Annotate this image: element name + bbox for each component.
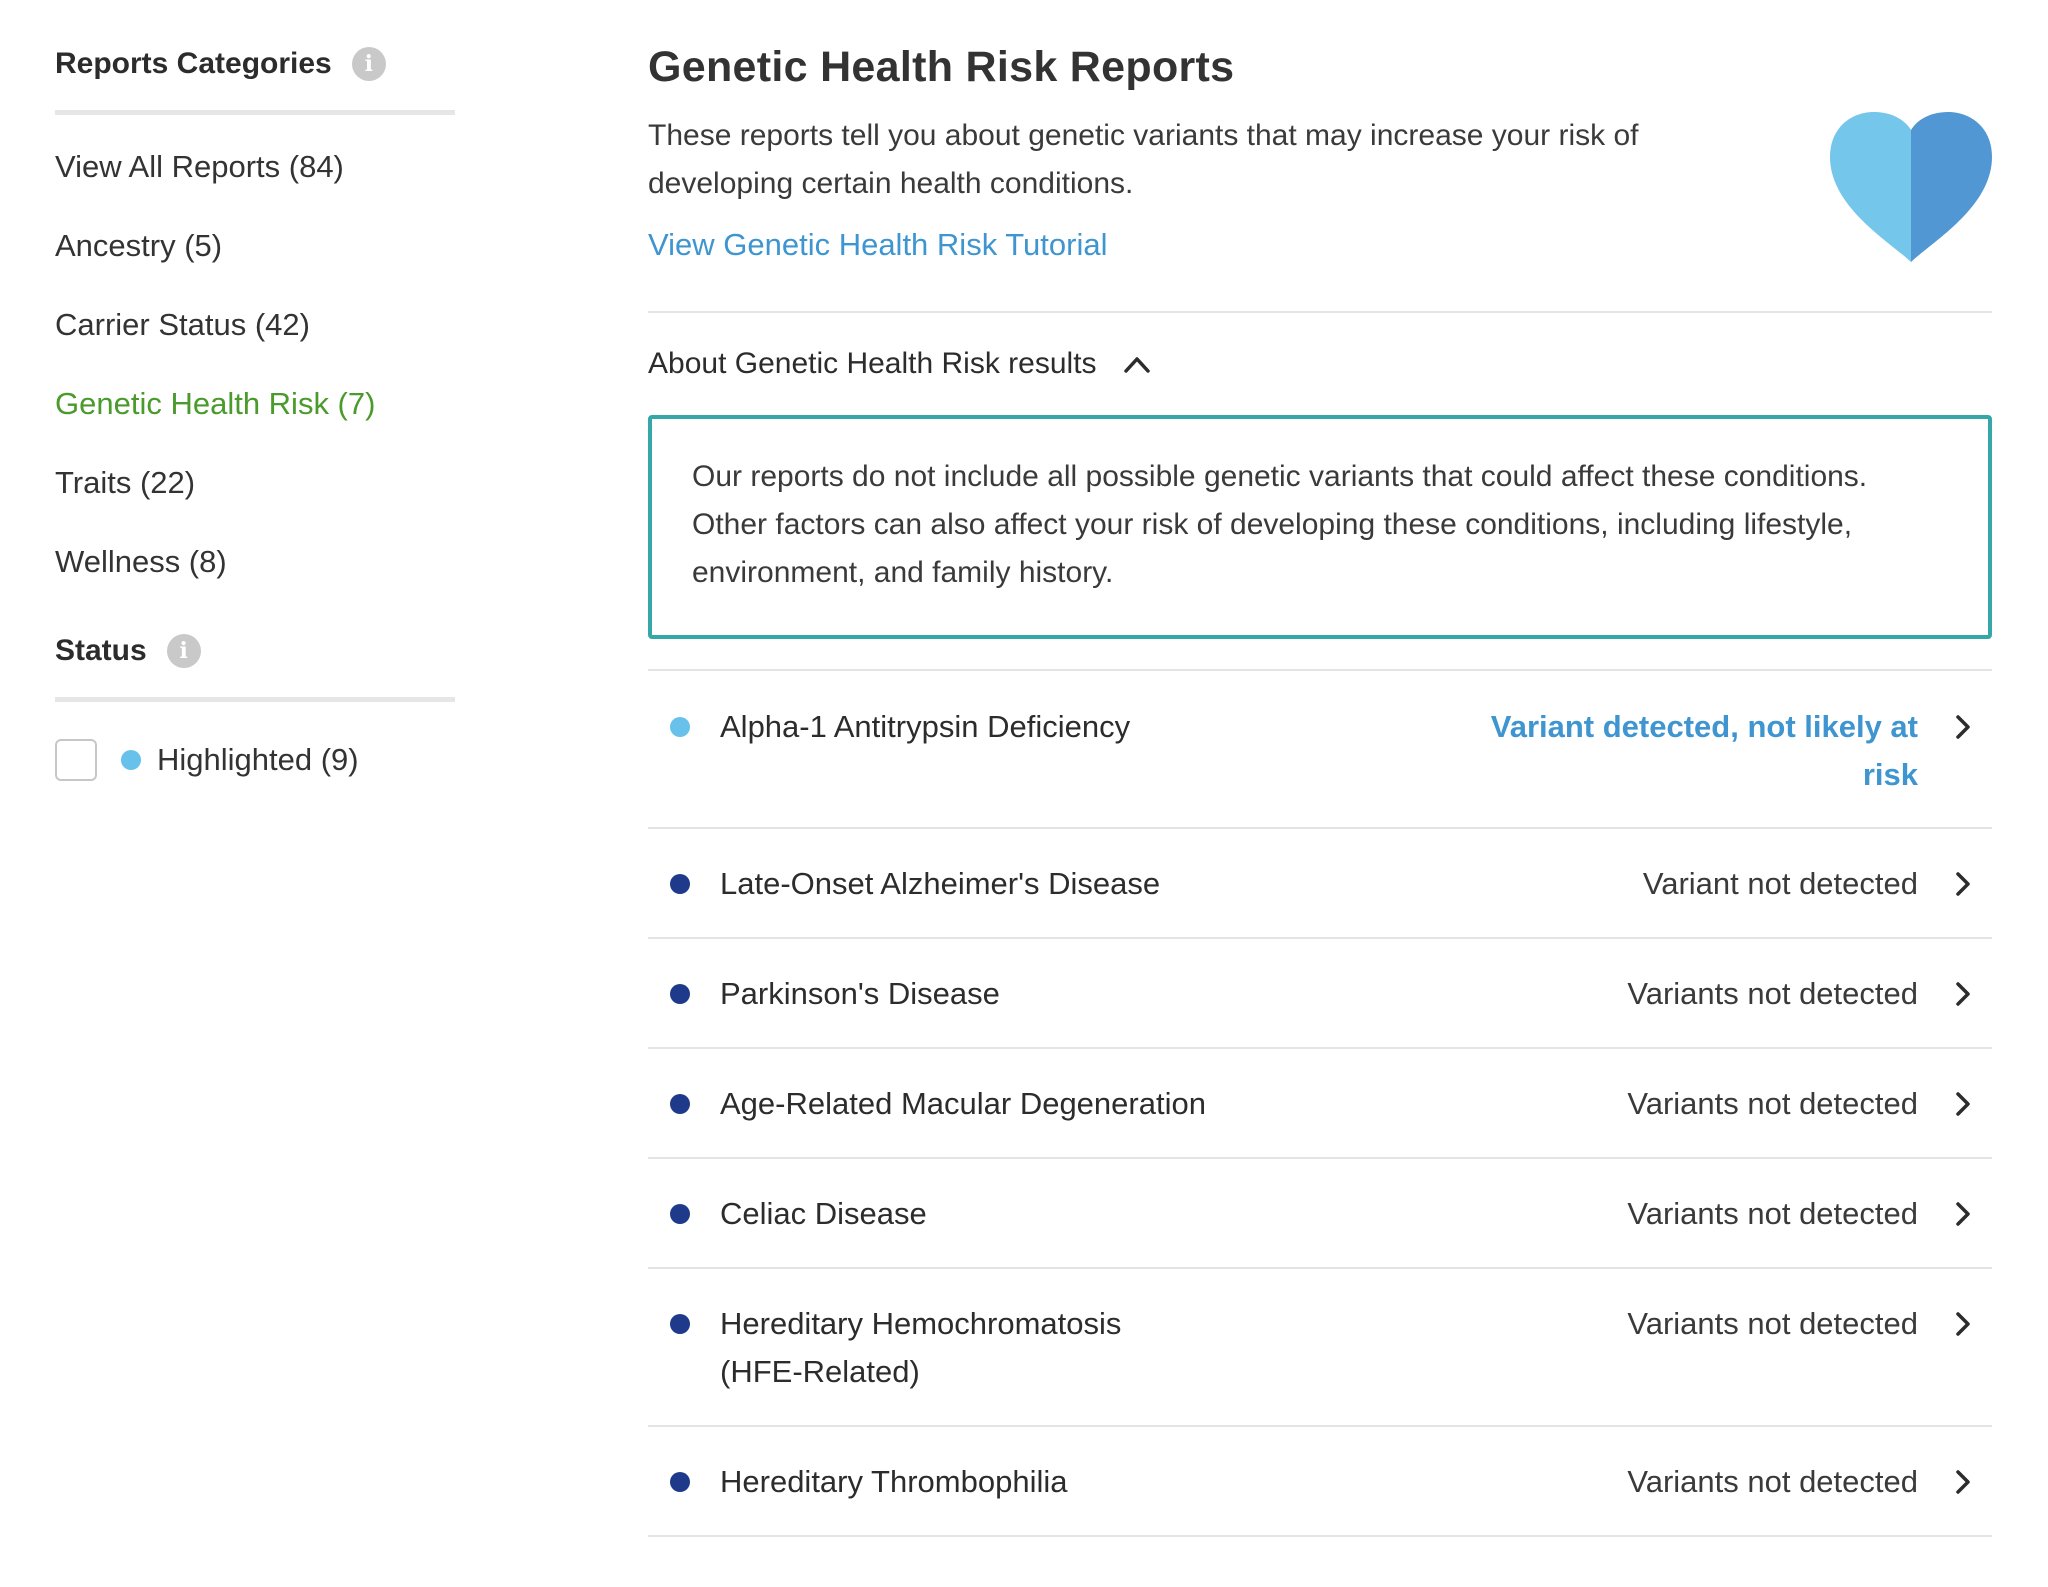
report-row-hemochromatosis[interactable]: Hereditary Hemochromatosis (HFE-Related)…	[648, 1269, 1992, 1427]
report-row-celiac[interactable]: Celiac Disease Variants not detected	[648, 1159, 1992, 1269]
highlight-dot-icon	[670, 717, 690, 737]
report-row-alpha-1[interactable]: Alpha-1 Antitrypsin Deficiency Variant d…	[648, 671, 1992, 829]
report-name: Celiac Disease	[720, 1196, 927, 1231]
about-results-callout: Our reports do not include all possible …	[648, 415, 1992, 639]
intro-text: These reports tell you about genetic var…	[648, 119, 1639, 200]
info-icon[interactable]: i	[166, 634, 201, 668]
status-dot-icon	[670, 1472, 690, 1492]
chevron-right-icon	[1956, 1470, 1970, 1494]
sidebar-item-wellness[interactable]: Wellness (8)	[55, 544, 455, 623]
report-list: Alpha-1 Antitrypsin Deficiency Variant d…	[648, 669, 1992, 1537]
report-row-alzheimers[interactable]: Late-Onset Alzheimer's Disease Variant n…	[648, 829, 1992, 939]
chevron-right-icon	[1956, 715, 1970, 739]
report-name: Alpha-1 Antitrypsin Deficiency	[720, 709, 1131, 744]
sidebar-item-carrier-status[interactable]: Carrier Status (42)	[55, 307, 455, 386]
report-status: Variant detected, not likely at risk	[1490, 709, 1918, 792]
highlight-dot-icon	[121, 750, 141, 770]
highlighted-filter-label: Highlighted (9)	[157, 742, 359, 777]
chevron-right-icon	[1956, 872, 1970, 896]
categories-heading: Reports Categories i	[55, 40, 455, 88]
page-title: Genetic Health Risk Reports	[648, 43, 1235, 91]
report-status: Variants not detected	[1627, 1086, 1918, 1121]
sidebar-item-ancestry[interactable]: Ancestry (5)	[55, 228, 455, 307]
category-list: View All Reports (84) Ancestry (5) Carri…	[55, 149, 455, 623]
sidebar-item-view-all[interactable]: View All Reports (84)	[55, 149, 455, 228]
highlighted-checkbox[interactable]	[55, 739, 97, 781]
report-name: Parkinson's Disease	[720, 976, 1000, 1011]
heart-icon	[1830, 112, 1992, 262]
status-dot-icon	[670, 984, 690, 1004]
about-results-toggle[interactable]: About Genetic Health Risk results	[648, 313, 1992, 415]
status-dot-icon	[670, 874, 690, 894]
report-row-parkinsons[interactable]: Parkinson's Disease Variants not detecte…	[648, 939, 1992, 1049]
divider	[55, 697, 455, 702]
report-status: Variants not detected	[1627, 1464, 1918, 1499]
highlighted-filter[interactable]: Highlighted (9)	[55, 738, 455, 782]
report-name: Hereditary Thrombophilia	[720, 1464, 1068, 1499]
status-section: Status i Highlighted (9)	[55, 627, 455, 782]
report-status: Variants not detected	[1627, 1306, 1918, 1341]
status-dot-icon	[670, 1204, 690, 1224]
chevron-right-icon	[1956, 1312, 1970, 1336]
status-heading-label: Status	[55, 634, 147, 667]
about-results-label: About Genetic Health Risk results	[648, 347, 1097, 380]
report-name: Late-Onset Alzheimer's Disease	[720, 866, 1161, 901]
chevron-right-icon	[1956, 1202, 1970, 1226]
report-name: Hereditary Hemochromatosis (HFE-Related)	[720, 1306, 1122, 1389]
report-status: Variants not detected	[1627, 976, 1918, 1011]
chevron-right-icon	[1956, 982, 1970, 1006]
report-name: Age-Related Macular Degeneration	[720, 1086, 1206, 1121]
status-heading: Status i	[55, 627, 455, 675]
info-icon[interactable]: i	[351, 47, 386, 81]
status-dot-icon	[670, 1094, 690, 1114]
report-row-macular-degeneration[interactable]: Age-Related Macular Degeneration Variant…	[648, 1049, 1992, 1159]
about-results-text: Our reports do not include all possible …	[692, 460, 1868, 589]
main-content: Genetic Health Risk Reports These report…	[648, 40, 1992, 1537]
report-row-thrombophilia[interactable]: Hereditary Thrombophilia Variants not de…	[648, 1427, 1992, 1537]
intro-section: These reports tell you about genetic var…	[648, 112, 1992, 263]
divider	[55, 110, 455, 115]
tutorial-link[interactable]: View Genetic Health Risk Tutorial	[648, 227, 1107, 263]
sidebar-item-traits[interactable]: Traits (22)	[55, 465, 455, 544]
report-status: Variants not detected	[1627, 1196, 1918, 1231]
categories-heading-label: Reports Categories	[55, 47, 332, 80]
status-dot-icon	[670, 1314, 690, 1334]
sidebar-item-genetic-health-risk[interactable]: Genetic Health Risk (7)	[55, 386, 455, 465]
report-status: Variant not detected	[1642, 866, 1918, 901]
chevron-up-icon	[1123, 357, 1150, 373]
reports-sidebar: Reports Categories i View All Reports (8…	[55, 40, 455, 782]
chevron-right-icon	[1956, 1092, 1970, 1116]
